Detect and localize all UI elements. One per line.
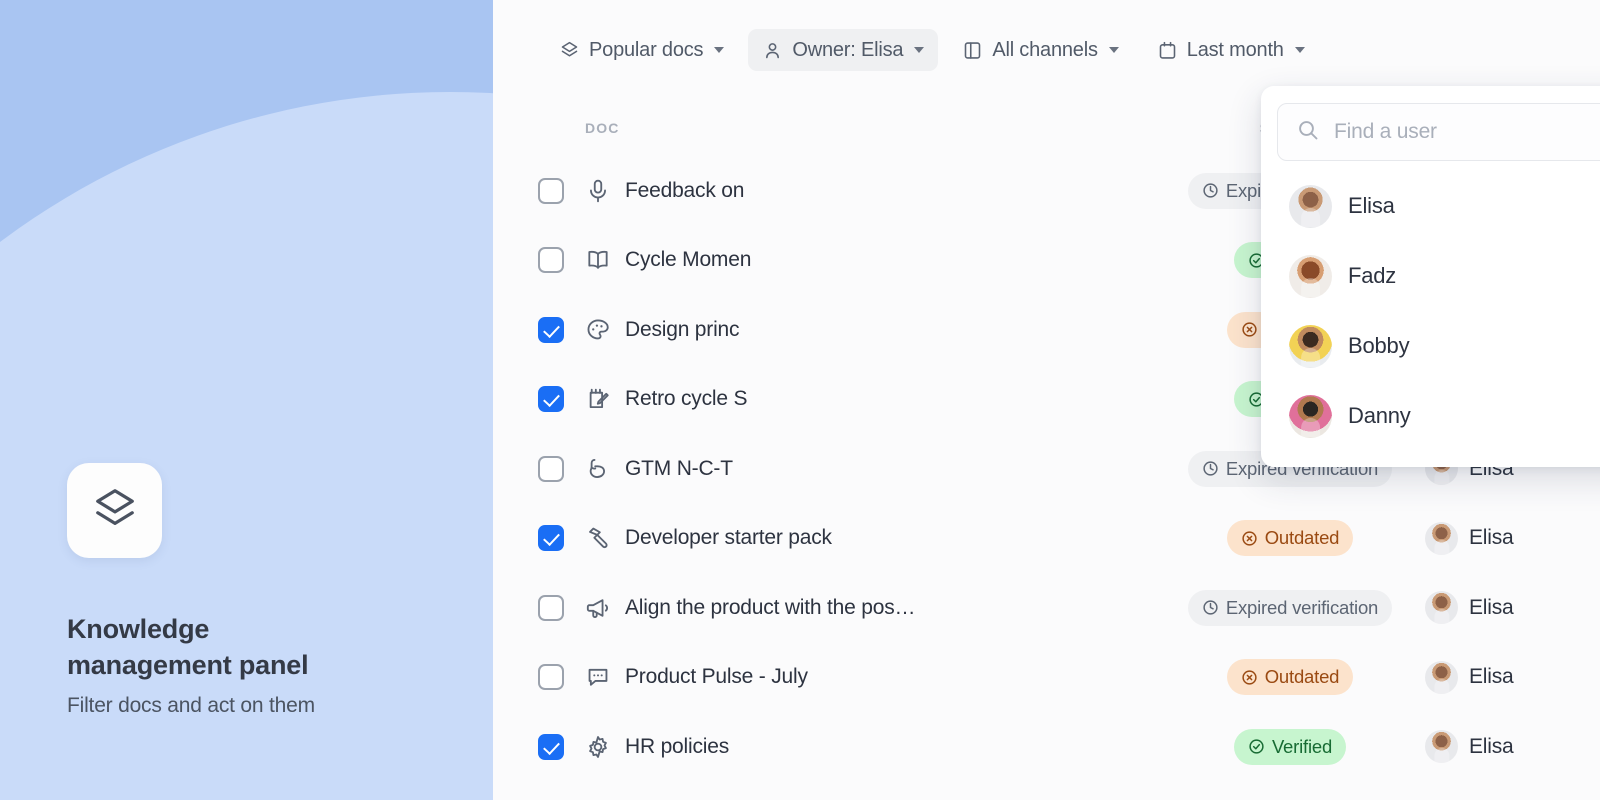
row-checkbox[interactable] bbox=[538, 664, 564, 691]
owner-name: Elisa bbox=[1469, 595, 1514, 619]
doc-title: Design princ bbox=[625, 317, 740, 341]
filter-label: All channels bbox=[992, 38, 1098, 61]
filter-label: Last month bbox=[1186, 38, 1284, 61]
book-icon bbox=[585, 247, 611, 273]
filter-date-range[interactable]: Last month bbox=[1143, 29, 1319, 71]
chevron-down-icon bbox=[714, 47, 725, 53]
user-name: Fadz bbox=[1348, 263, 1397, 288]
search-icon bbox=[1296, 118, 1320, 147]
status-badge: Verified bbox=[1233, 728, 1347, 765]
search-input[interactable] bbox=[1334, 120, 1600, 144]
status-label: Verified bbox=[1271, 735, 1333, 757]
panel-icon bbox=[962, 40, 983, 61]
gear-icon bbox=[585, 734, 611, 760]
user-option-bobby[interactable]: Bobby bbox=[1277, 311, 1600, 381]
brand-block: Knowledge management panel Filter docs a… bbox=[67, 463, 467, 718]
brand-title: Knowledge management panel bbox=[67, 614, 309, 681]
expired-icon bbox=[1202, 460, 1219, 477]
brand-subtitle: Filter docs and act on them bbox=[67, 694, 315, 717]
user-option-danny[interactable]: Danny bbox=[1277, 381, 1600, 451]
row-checkbox[interactable] bbox=[538, 247, 564, 274]
filter-popular-docs[interactable]: Popular docs bbox=[545, 29, 738, 71]
main-content: Popular docs Owner: Elisa All channels L… bbox=[493, 0, 1600, 800]
filter-owner[interactable]: Owner: Elisa bbox=[748, 29, 939, 71]
muscle-icon bbox=[585, 456, 611, 482]
left-brand-panel: Knowledge management panel Filter docs a… bbox=[0, 0, 493, 800]
doc-title: Align the product with the pos… bbox=[625, 595, 916, 619]
filter-channels[interactable]: All channels bbox=[948, 29, 1132, 71]
status-badge: Expired verification bbox=[1187, 589, 1393, 626]
outdated-icon bbox=[1241, 321, 1258, 338]
row-checkbox[interactable] bbox=[538, 455, 564, 482]
row-checkbox[interactable] bbox=[538, 316, 564, 343]
table-row[interactable]: HR policies Verified Elisa bbox=[493, 712, 1600, 782]
palette-icon bbox=[585, 317, 611, 343]
filter-toolbar: Popular docs Owner: Elisa All channels L… bbox=[493, 0, 1319, 100]
doc-title: GTM N-C-T bbox=[625, 456, 733, 480]
status-badge: Outdated bbox=[1226, 659, 1354, 696]
owner-name: Elisa bbox=[1469, 526, 1514, 550]
row-checkbox[interactable] bbox=[538, 386, 564, 413]
user-name: Bobby bbox=[1348, 333, 1410, 358]
table-row[interactable]: Product Pulse - July Outdated Elisa bbox=[493, 643, 1600, 713]
user-list: Elisa Fadz Bobby Danny bbox=[1277, 161, 1600, 451]
row-checkbox[interactable] bbox=[538, 525, 564, 552]
calendar-icon bbox=[1157, 40, 1178, 61]
chevron-down-icon bbox=[1108, 47, 1119, 53]
row-checkbox[interactable] bbox=[538, 594, 564, 621]
microphone-icon bbox=[585, 178, 611, 204]
owner-filter-dropdown: Elisa Fadz Bobby Danny bbox=[1261, 86, 1600, 467]
row-checkbox[interactable] bbox=[538, 177, 564, 204]
doc-title: Cycle Momen bbox=[625, 248, 752, 272]
avatar bbox=[1289, 324, 1332, 368]
avatar bbox=[1289, 184, 1332, 228]
user-option-elisa[interactable]: Elisa bbox=[1277, 171, 1600, 241]
doc-title: HR policies bbox=[625, 734, 729, 758]
verified-icon bbox=[1248, 738, 1265, 755]
user-search-box[interactable] bbox=[1277, 103, 1600, 161]
expired-icon bbox=[1202, 599, 1219, 616]
avatar bbox=[1425, 660, 1458, 694]
filter-label: Owner: Elisa bbox=[792, 38, 904, 61]
outdated-icon bbox=[1241, 530, 1258, 547]
user-option-fadz[interactable]: Fadz bbox=[1277, 241, 1600, 311]
status-label: Outdated bbox=[1264, 666, 1340, 688]
user-name: Elisa bbox=[1348, 193, 1395, 218]
app-logo-tile bbox=[67, 463, 162, 559]
avatar bbox=[1289, 254, 1332, 298]
status-badge: Outdated bbox=[1226, 520, 1354, 557]
filter-label: Popular docs bbox=[589, 38, 704, 61]
layers-icon bbox=[92, 485, 138, 536]
avatar bbox=[1425, 591, 1458, 625]
avatar bbox=[1425, 730, 1458, 764]
header-doc: DOC bbox=[585, 120, 620, 136]
table-row[interactable]: Developer starter pack Outdated Elisa bbox=[493, 504, 1600, 574]
status-label: Outdated bbox=[1264, 527, 1340, 549]
status-label: Expired verification bbox=[1225, 596, 1379, 618]
outdated-icon bbox=[1241, 669, 1258, 686]
chevron-down-icon bbox=[914, 47, 925, 53]
table-row[interactable]: Align the product with the pos… Expired v… bbox=[493, 573, 1600, 643]
hammer-icon bbox=[585, 525, 611, 551]
avatar bbox=[1289, 394, 1332, 438]
avatar bbox=[1425, 521, 1458, 555]
user-icon bbox=[762, 40, 783, 61]
owner-name: Elisa bbox=[1469, 734, 1514, 758]
doc-title: Developer starter pack bbox=[625, 526, 832, 550]
megaphone-icon bbox=[585, 595, 611, 621]
chat-icon bbox=[585, 664, 611, 690]
chevron-down-icon bbox=[1294, 47, 1305, 53]
user-name: Danny bbox=[1348, 403, 1411, 428]
owner-name: Elisa bbox=[1469, 665, 1514, 689]
doc-title: Retro cycle S bbox=[625, 387, 748, 411]
notepad-icon bbox=[585, 386, 611, 412]
row-checkbox[interactable] bbox=[538, 733, 564, 760]
doc-title: Feedback on bbox=[625, 178, 745, 202]
expired-icon bbox=[1202, 182, 1219, 199]
doc-title: Product Pulse - July bbox=[625, 665, 808, 689]
layers-icon bbox=[559, 40, 580, 61]
